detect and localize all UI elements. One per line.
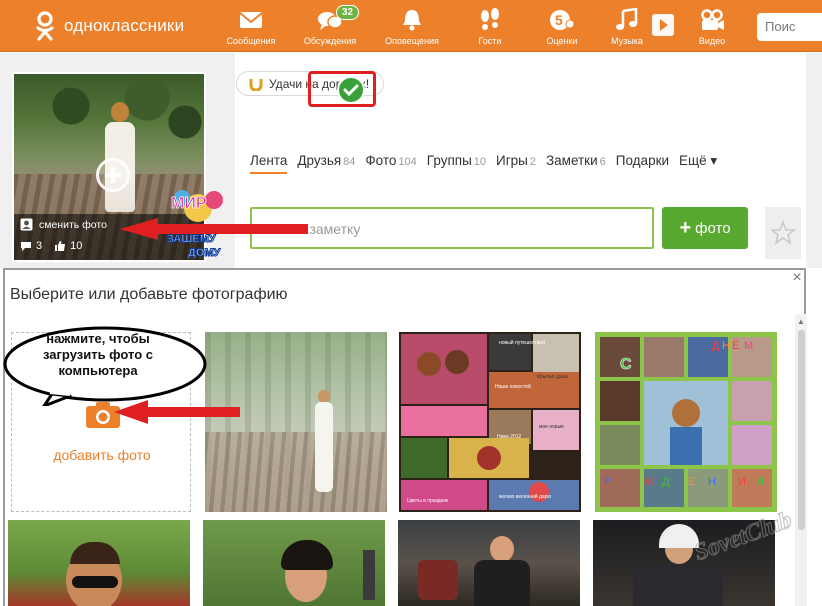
horseshoe-icon bbox=[249, 78, 263, 91]
nav-video[interactable]: Видео bbox=[680, 8, 744, 46]
right-column-bg bbox=[806, 53, 822, 268]
svg-text:Н: Н bbox=[708, 476, 716, 488]
search-input[interactable]: Поис bbox=[757, 13, 822, 41]
discussions-badge: 32 bbox=[336, 5, 360, 20]
footprints-icon bbox=[481, 8, 499, 30]
svg-text:желаю весенний дарю: желаю весенний дарю bbox=[499, 493, 551, 500]
svg-text:ДОМУ: ДОМУ bbox=[188, 247, 221, 258]
svg-text:5: 5 bbox=[555, 12, 563, 28]
svg-text:Наши новостей: Наши новостей bbox=[495, 383, 531, 390]
tab-feed[interactable]: Лента bbox=[250, 153, 288, 174]
collage-2-art: С Д Н Ё М Р Ж Д Е Н И Я bbox=[598, 335, 774, 509]
svg-text:Н: Н bbox=[722, 340, 730, 352]
logo[interactable]: одноклассники bbox=[34, 10, 184, 42]
scroll-thumb[interactable] bbox=[798, 330, 805, 530]
tab-gifts[interactable]: Подарки bbox=[616, 153, 669, 174]
like-count: 10 bbox=[70, 240, 83, 252]
scroll-up-icon[interactable]: ▲ bbox=[797, 317, 805, 326]
svg-text:SovetClub: SovetClub bbox=[691, 507, 795, 560]
comment-icon[interactable] bbox=[20, 240, 32, 252]
play-icon[interactable] bbox=[652, 14, 674, 36]
nav-label: Оповещения bbox=[385, 36, 439, 46]
modal-title: Выберите или добавьте фотографию bbox=[10, 286, 288, 303]
checkmark-icon[interactable] bbox=[337, 76, 365, 104]
svg-text:И: И bbox=[738, 476, 746, 488]
nav-label: Обсуждения bbox=[303, 36, 357, 46]
nav-guests[interactable]: Гости bbox=[458, 8, 522, 46]
star-tile[interactable] bbox=[765, 207, 801, 259]
svg-text:мое новые: мое новые bbox=[539, 424, 564, 430]
nav-notifications[interactable]: Оповещения bbox=[380, 8, 444, 46]
annotation-arrow-change-photo bbox=[120, 218, 308, 240]
photo-thumbnail-4[interactable] bbox=[8, 520, 190, 606]
svg-text:новый путешествий: новый путешествий bbox=[499, 339, 545, 346]
nav-messages[interactable]: Сообщения bbox=[219, 8, 283, 46]
change-photo-label: сменить фото bbox=[39, 218, 107, 231]
svg-text:Нива 2012: Нива 2012 bbox=[497, 434, 522, 440]
close-icon[interactable]: × bbox=[789, 270, 805, 286]
photo-thumbnail-collage-2[interactable]: С Д Н Ё М Р Ж Д Е Н И Я bbox=[595, 332, 777, 512]
add-photo-button[interactable]: + фото bbox=[662, 207, 748, 249]
thumb-up-icon[interactable] bbox=[54, 240, 66, 252]
avatar-stats: 3 10 bbox=[20, 240, 82, 252]
bell-icon bbox=[403, 10, 421, 31]
svg-text:Е: Е bbox=[688, 476, 695, 488]
nav-label: Гости bbox=[478, 36, 502, 46]
photo-thumbnail-6[interactable] bbox=[398, 520, 580, 606]
svg-text:Ё: Ё bbox=[732, 340, 739, 352]
star-icon bbox=[770, 220, 796, 245]
modal-scrollbar[interactable]: ▲ bbox=[795, 314, 807, 606]
tab-photos[interactable]: Фото 104 bbox=[365, 153, 416, 174]
svg-text:Р: Р bbox=[604, 476, 611, 488]
svg-text:Ж: Ж bbox=[644, 476, 654, 488]
svg-text:МИР: МИР bbox=[171, 195, 207, 212]
add-photo-label: добавить фото bbox=[53, 447, 151, 463]
tab-more[interactable]: Ещё ▾ bbox=[679, 153, 717, 174]
collage-1-art: новый путешествий Крылья души Наши новос… bbox=[401, 334, 579, 510]
svg-text:М: М bbox=[744, 340, 753, 352]
svg-text:С: С bbox=[620, 356, 632, 373]
annotation-arrow-add-photo bbox=[114, 400, 240, 424]
tab-notes[interactable]: Заметки 6 bbox=[546, 153, 606, 174]
add-photo-button-label: фото bbox=[695, 219, 731, 237]
music-note-icon bbox=[616, 8, 638, 30]
svg-text:Крылья души: Крылья души bbox=[537, 374, 568, 380]
svg-text:Цветы в праздник: Цветы в праздник bbox=[407, 498, 449, 504]
envelope-icon bbox=[239, 12, 263, 28]
svg-text:Я: Я bbox=[756, 476, 764, 488]
instruction-callout-text: нажмите, чтобы загрузить фото с компьюте… bbox=[43, 331, 153, 378]
add-plus-icon[interactable] bbox=[96, 158, 130, 192]
profile-tabs: Лента Друзья 84 Фото 104 Группы 10 Игры 2 За… bbox=[250, 153, 727, 174]
nav-label: Сообщения bbox=[226, 36, 276, 46]
photo-thumbnail-collage-1[interactable]: новый путешествий Крылья души Наши новос… bbox=[399, 332, 581, 512]
note-input[interactable]: писать заметку bbox=[250, 207, 654, 249]
change-photo-link[interactable]: сменить фото bbox=[20, 218, 107, 231]
comment-count: 3 bbox=[36, 240, 43, 252]
nav-label: Музыка bbox=[611, 36, 643, 46]
plus-icon: + bbox=[679, 216, 692, 239]
user-card-icon bbox=[20, 218, 33, 231]
ok-logo-icon bbox=[36, 11, 54, 41]
svg-text:Д: Д bbox=[712, 340, 720, 352]
nav-label: Видео bbox=[698, 36, 726, 46]
top-bar: одноклассники Сообщения 32 Обсуждения Оп… bbox=[0, 0, 822, 52]
nav-label: Оценки bbox=[546, 36, 578, 46]
nav-ratings[interactable]: 5 Оценки bbox=[530, 8, 594, 46]
tab-friends[interactable]: Друзья 84 bbox=[297, 153, 355, 174]
nav-music[interactable]: Музыка bbox=[595, 8, 659, 46]
tab-games[interactable]: Игры 2 bbox=[496, 153, 536, 174]
nav-discussions[interactable]: 32 Обсуждения bbox=[298, 5, 362, 46]
rating-five-icon: 5 bbox=[550, 10, 575, 30]
tab-groups[interactable]: Группы 10 bbox=[427, 153, 486, 174]
svg-text:Д: Д bbox=[662, 476, 670, 488]
logo-text: одноклассники bbox=[64, 16, 185, 35]
watermark-logo: SovetClub bbox=[690, 507, 795, 560]
photo-thumbnail-5[interactable] bbox=[203, 520, 385, 606]
film-camera-icon bbox=[701, 9, 724, 30]
